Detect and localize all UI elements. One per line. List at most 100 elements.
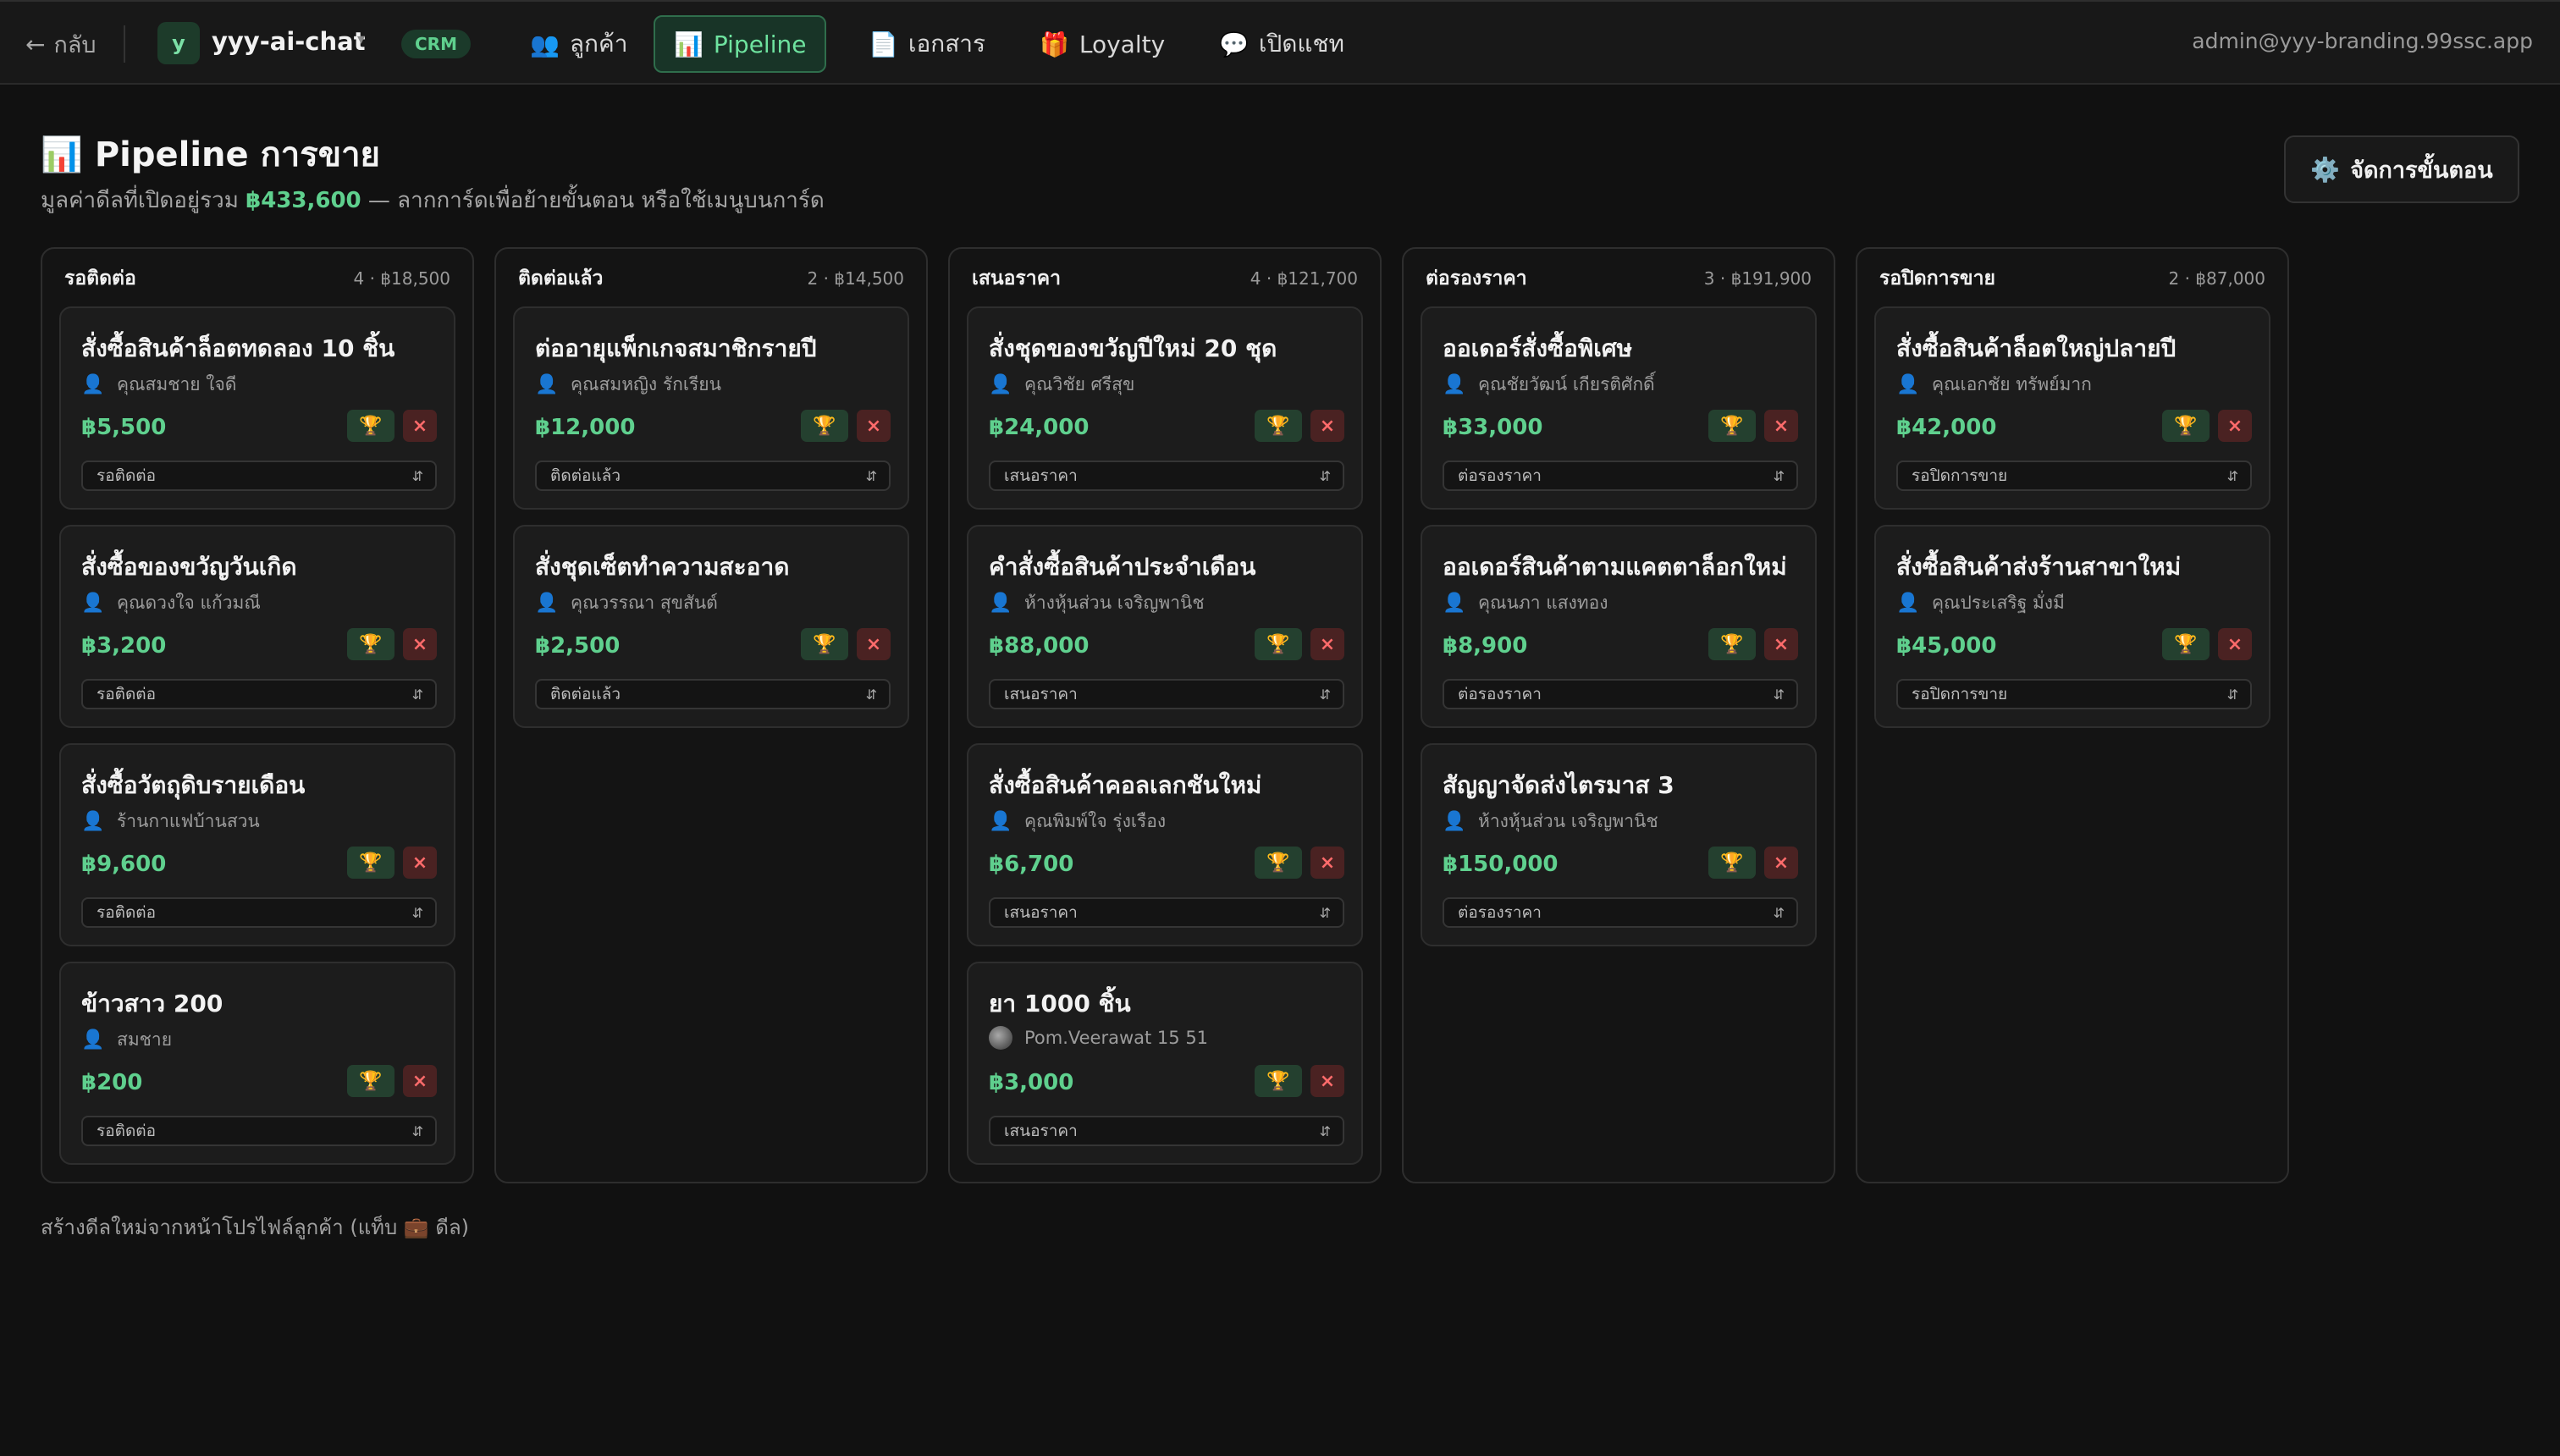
mark-won-button[interactable]: 🏆 [2162,628,2210,660]
deal-title: สั่งชุดเซ็ตทำความสะอาด [535,553,790,581]
tab-label: ลูกค้า [569,30,628,58]
mark-lost-button[interactable]: × [857,410,891,442]
deal-card[interactable]: ออเดอร์สั่งซื้อพิเศษ 👤 คุณชัยวัฒน์ เกียรติ… [1421,306,1817,510]
stage-select[interactable]: รอปิดการขาย ⇵ [1896,461,2252,491]
workspace-avatar[interactable]: y [157,22,200,64]
mark-won-button[interactable]: 🏆 [1255,847,1302,879]
stage-select[interactable]: ติดต่อแล้ว ⇵ [535,461,891,491]
deal-title: สัญญาจัดส่งไตรมาส 3 [1443,771,1674,799]
select-chevron-icon: ⇵ [865,467,877,484]
stage-select[interactable]: รอปิดการขาย ⇵ [1896,679,2252,709]
deal-contact: 👤 คุณวิชัย ศรีสุข [989,371,1134,399]
mark-lost-button[interactable]: × [403,1065,437,1097]
mark-won-button[interactable]: 🏆 [1255,628,1302,660]
account-email[interactable]: admin@yyy-branding.99ssc.app [2192,29,2533,53]
stage-select[interactable]: เสนอราคา ⇵ [989,897,1344,928]
trophy-icon: 🏆 [1266,633,1290,655]
mark-won-button[interactable]: 🏆 [801,410,848,442]
manage-stages-button[interactable]: ⚙️ จัดการขั้นตอน [2284,135,2519,203]
deal-title: ออเดอร์สินค้าตามแคตตาล็อกใหม่ [1443,553,1787,581]
mark-lost-button[interactable]: × [1310,847,1344,879]
deal-card[interactable]: คำสั่งซื้อสินค้าประจำเดือน 👤 ห้างหุ้นส่วน … [967,525,1363,728]
stage-select[interactable]: เสนอราคา ⇵ [989,461,1344,491]
tab-loyalty[interactable]: 🎁 Loyalty [1021,15,1183,73]
mark-lost-button[interactable]: × [403,847,437,879]
mark-won-button[interactable]: 🏆 [347,410,394,442]
tab-documents[interactable]: 📄 เอกสาร [850,15,1004,73]
stage-select[interactable]: รอติดต่อ ⇵ [81,1116,437,1146]
deal-value: ฿9,600 [81,852,167,877]
chevron-down-icon[interactable]: ▾ [357,30,365,48]
stage-select[interactable]: ต่อรองราคา ⇵ [1443,897,1798,928]
mark-won-button[interactable]: 🏆 [1708,847,1756,879]
mark-lost-button[interactable]: × [2218,410,2252,442]
stage-select[interactable]: รอติดต่อ ⇵ [81,461,437,491]
stage-select[interactable]: ติดต่อแล้ว ⇵ [535,679,891,709]
deal-value: ฿150,000 [1443,852,1559,877]
mark-lost-button[interactable]: × [2218,628,2252,660]
mark-lost-button[interactable]: × [403,410,437,442]
mark-lost-button[interactable]: × [1764,628,1798,660]
mark-lost-button[interactable]: × [1764,847,1798,879]
mark-won-button[interactable]: 🏆 [1708,628,1756,660]
stage-select[interactable]: เสนอราคา ⇵ [989,679,1344,709]
deal-title: สั่งซื้อวัตถุดิบรายเดือน [81,771,306,799]
deal-card[interactable]: สั่งชุดของขวัญปีใหม่ 20 ชุด 👤 คุณวิชัย ศรี… [967,306,1363,510]
mark-lost-button[interactable]: × [1310,410,1344,442]
deal-value: ฿2,500 [535,633,621,659]
close-icon: × [1319,633,1336,655]
deal-card[interactable]: ออเดอร์สินค้าตามแคตตาล็อกใหม่ 👤 คุณนภา แสง… [1421,525,1817,728]
stage-select[interactable]: ต่อรองราคา ⇵ [1443,679,1798,709]
person-icon: 👤 [1443,811,1466,832]
deal-card[interactable]: ต่ออายุแพ็กเกจสมาชิกรายปี 👤 คุณสมหญิง รักเ… [513,306,909,510]
mark-won-button[interactable]: 🏆 [1255,410,1302,442]
mark-lost-button[interactable]: × [403,628,437,660]
mark-lost-button[interactable]: × [1310,1065,1344,1097]
pipeline-column: เสนอราคา 4 · ฿121,700 สั่งชุดของขวัญปีใหม่… [948,247,1382,1183]
document-icon: 📄 [869,30,898,58]
close-icon: × [1773,852,1790,874]
stage-select[interactable]: รอติดต่อ ⇵ [81,897,437,928]
stage-select[interactable]: เสนอราคา ⇵ [989,1116,1344,1146]
mark-lost-button[interactable]: × [1310,628,1344,660]
users-icon: 👥 [530,30,560,58]
stage-select[interactable]: ต่อรองราคา ⇵ [1443,461,1798,491]
close-icon: × [411,633,428,655]
deal-contact: 👤 คุณเอกชัย ทรัพย์มาก [1896,371,2092,399]
deal-card[interactable]: สั่งซื้อสินค้าคอลเลกชันใหม่ 👤 คุณพิมพ์ใจ ร… [967,743,1363,946]
tab-pipeline[interactable]: 📊 Pipeline [654,15,827,73]
select-chevron-icon: ⇵ [1773,904,1785,921]
mark-lost-button[interactable]: × [857,628,891,660]
deal-card[interactable]: สั่งซื้อสินค้าล็อตทดลอง 10 ชิ้น 👤 คุณสมชาย… [59,306,455,510]
mark-won-button[interactable]: 🏆 [801,628,848,660]
stage-select[interactable]: รอติดต่อ ⇵ [81,679,437,709]
deal-card[interactable]: ยา 1000 ชิ้น Pom.Veerawat 15 51 ฿3,000 🏆 × เส… [967,962,1363,1165]
bar-chart-icon: 📊 [674,30,703,58]
deal-card[interactable]: สั่งชุดเซ็ตทำความสะอาด 👤 คุณวรรณา สุขสันต์… [513,525,909,728]
deal-card[interactable]: สั่งซื้อสินค้าส่งร้านสาขาใหม่ 👤 คุณประเสริ… [1874,525,2270,728]
mark-won-button[interactable]: 🏆 [1255,1065,1302,1097]
mark-won-button[interactable]: 🏆 [347,1065,394,1097]
mark-won-button[interactable]: 🏆 [2162,410,2210,442]
deal-card[interactable]: สั่งซื้อวัตถุดิบรายเดือน 👤 ร้านกาแฟบ้านสวน… [59,743,455,946]
back-button[interactable]: ← กลับ [25,27,97,61]
manage-stages-label: จัดการขั้นตอน [2350,157,2493,184]
workspace-name[interactable]: yyy-ai-chat [212,27,366,56]
deal-card[interactable]: ข้าวสาว 200 👤 สมชาย ฿200 🏆 × รอติดต่อ ⇵ [59,962,455,1165]
deal-card[interactable]: สั่งซื้อของขวัญวันเกิด 👤 คุณดวงใจ แก้วมณี฿… [59,525,455,728]
deal-title: ออเดอร์สั่งซื้อพิเศษ [1443,334,1633,362]
tab-customers[interactable]: 👥 ลูกค้า [511,15,646,73]
deal-card[interactable]: สั่งซื้อสินค้าล็อตใหญ่ปลายปี 👤 คุณเอกชัย ท… [1874,306,2270,510]
mark-won-button[interactable]: 🏆 [1708,410,1756,442]
select-chevron-icon: ⇵ [411,467,423,484]
mark-lost-button[interactable]: × [1764,410,1798,442]
mark-won-button[interactable]: 🏆 [347,628,394,660]
deal-card[interactable]: สัญญาจัดส่งไตรมาส 3 👤 ห้างหุ้นส่วน เจริญพา… [1421,743,1817,946]
column-summary: 4 · ฿121,700 [1250,268,1358,289]
select-chevron-icon: ⇵ [411,1122,423,1139]
stage-select-value: ต่อรองราคา [1458,685,1542,703]
tab-open-chat[interactable]: 💬 เปิดแชท [1200,15,1363,73]
mark-won-button[interactable]: 🏆 [347,847,394,879]
stage-select-value: เสนอราคา [1004,685,1078,703]
column-title: เสนอราคา [972,267,1062,290]
